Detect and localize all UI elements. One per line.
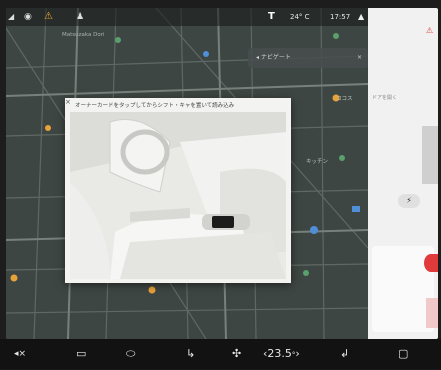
dialog-instruction: オーナーカードをタップしてからシフト・キャを置いて読み込み <box>75 103 235 109</box>
seat-heater-icon[interactable]: ↳ <box>186 339 195 369</box>
seat-heater-passenger-icon[interactable]: ↲ <box>340 339 349 369</box>
poi-marker <box>10 274 18 282</box>
poi-marker <box>352 206 360 212</box>
media-icon[interactable]: ▭ <box>76 339 86 369</box>
car-icon[interactable]: ⬭ <box>126 339 135 369</box>
phone-icon[interactable]: ▢ <box>398 339 408 369</box>
navigate-label: ナビゲート <box>260 54 291 61</box>
settings-icon[interactable]: ◉ <box>24 8 32 26</box>
key-card-dialog: × オーナーカードをタップしてからシフト・キャを置いて読み込み <box>65 98 291 283</box>
poi-marker <box>203 51 209 57</box>
volume-mute-icon[interactable]: ◂× <box>14 339 26 369</box>
poi-marker <box>148 286 156 294</box>
map-street-label: Matsuzaka Dori <box>62 32 105 38</box>
charge-port-button[interactable]: ⚡ <box>398 194 420 208</box>
close-icon[interactable]: × <box>65 98 71 106</box>
fan-icon[interactable]: ✣ <box>232 339 241 369</box>
panel-warning-icon: ⚠ <box>426 26 434 35</box>
outside-temperature: 24° C <box>290 13 310 21</box>
cabin-illustration <box>70 112 286 279</box>
cabin-temperature[interactable]: ‹23.5°› <box>263 339 300 370</box>
close-icon[interactable]: × <box>357 48 362 68</box>
car-side-panel: ⚠ ドアを開く ⚡ <box>368 8 438 339</box>
triangle-icon: ◢ <box>8 12 15 21</box>
bottom-dock: ◂× ▭ ⬭ ↳ ✣ ‹23.5°› ↲ ▢ <box>0 339 441 369</box>
clock: 17:57 <box>330 13 351 21</box>
poi-marker <box>115 37 121 43</box>
map-poi-label: ココス <box>336 96 353 102</box>
navigate-search-bar[interactable]: ◂ ナビゲート × <box>248 48 368 68</box>
poi-marker <box>45 125 51 131</box>
wifi-icon[interactable]: ▲ <box>358 8 364 26</box>
poi-marker <box>310 226 318 234</box>
temperature-unit: ° <box>291 351 296 359</box>
tesla-logo-icon[interactable]: T <box>268 8 275 26</box>
map-poi-label: キッチン <box>306 159 329 165</box>
open-door-label[interactable]: ドアを開く <box>372 94 397 101</box>
bolt-icon: ⚡ <box>406 196 412 205</box>
touchscreen: Matsuzaka Dori ココス キッチン ◢ ◉ ⚠ ♟ T 24° C … <box>6 8 438 339</box>
poi-marker <box>339 155 345 161</box>
poi-marker <box>303 270 309 276</box>
poi-marker <box>333 33 339 39</box>
alert-indicator[interactable] <box>424 254 438 272</box>
person-icon[interactable]: ♟ <box>76 8 84 26</box>
alert-strip <box>426 298 438 328</box>
temperature-value: 23.5 <box>267 347 292 360</box>
car-image <box>422 126 438 184</box>
warning-icon[interactable]: ⚠ <box>44 8 53 26</box>
